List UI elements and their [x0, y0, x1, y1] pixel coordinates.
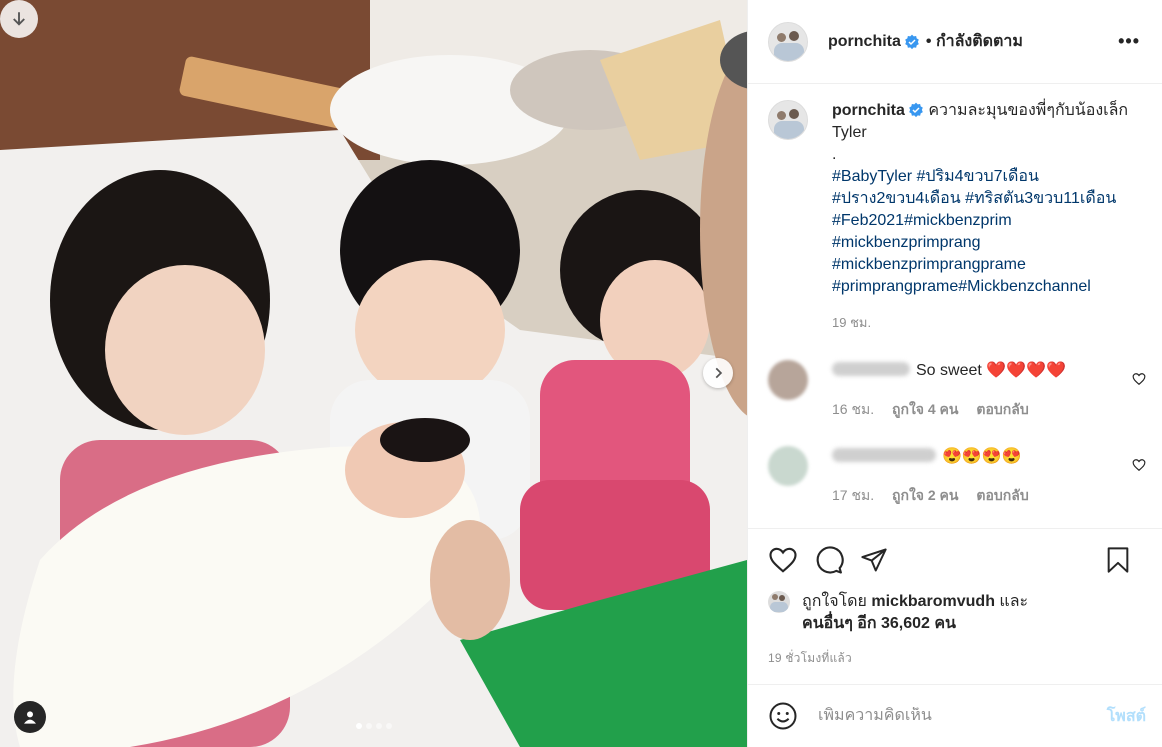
share-button[interactable]: [860, 546, 888, 574]
comment-item: 😍😍😍😍 17 ชม. ถูกใจ 2 คน ตอบกลับ: [768, 446, 1146, 506]
instagram-post: pornchita • กำลังติดตาม ••• pornchita คว…: [0, 0, 1162, 747]
comment-icon: [816, 546, 844, 574]
verified-badge-icon: [909, 102, 923, 118]
post-photo: [0, 0, 747, 747]
comments-section: pornchita ความละมุนของพี่ๆกับน้องเล็ก Ty…: [748, 84, 1162, 528]
comment-likes[interactable]: ถูกใจ 4 คน: [892, 401, 959, 417]
save-icon: [1107, 547, 1129, 573]
heart-icon[interactable]: [1132, 372, 1146, 386]
carousel-dot: [355, 723, 362, 729]
comment-time[interactable]: 16 ชม.: [832, 401, 874, 417]
comment-text: 😍😍😍😍: [942, 448, 1022, 465]
comment-input[interactable]: [818, 707, 1107, 725]
hashtag-line[interactable]: #ปราง2ขวบ4เดือน #ทริสตัน3ขวบ11เดือน: [832, 188, 1132, 210]
carousel-dot: [365, 723, 372, 729]
add-comment-bar: โพสต์: [748, 684, 1162, 747]
post-comment-button[interactable]: โพสต์: [1107, 704, 1146, 729]
caption-time[interactable]: 19 ชม.: [832, 312, 1132, 334]
caption-body: pornchita ความละมุนของพี่ๆกับน้องเล็ก Ty…: [832, 100, 1132, 334]
post-caption: pornchita ความละมุนของพี่ๆกับน้องเล็ก Ty…: [768, 100, 1146, 334]
header-username[interactable]: pornchita: [828, 33, 901, 51]
user-icon: [24, 711, 36, 724]
likes-summary: ถูกใจโดย mickbaromvudh และ คนอื่นๆ อีก 3…: [768, 591, 1148, 635]
post-media[interactable]: [0, 0, 747, 747]
hashtag-line[interactable]: #Feb2021#mickbenzprim: [832, 210, 1132, 232]
likes-prefix: ถูกใจโดย: [802, 593, 867, 610]
comment-item: So sweet ❤️❤️❤️❤️ 16 ชม. ถูกใจ 4 คน ตอบก…: [768, 360, 1146, 420]
comment-username-redacted[interactable]: [832, 362, 910, 376]
heart-icon[interactable]: [1132, 458, 1146, 472]
scroll-down-button[interactable]: [0, 0, 38, 38]
post-details-panel: pornchita • กำลังติดตาม ••• pornchita คว…: [747, 0, 1162, 747]
verified-badge-icon: [905, 34, 919, 49]
hashtag-line[interactable]: #primprangprame#Mickbenzchannel: [832, 276, 1132, 298]
others-likes-link[interactable]: คนอื่นๆ อีก 36,602 คน: [802, 615, 956, 632]
carousel-dot: [375, 723, 382, 729]
arrow-down-icon: [13, 12, 25, 26]
comment-username-redacted[interactable]: [832, 448, 936, 462]
reply-button[interactable]: ตอบกลับ: [976, 401, 1028, 417]
save-button[interactable]: [1104, 545, 1132, 575]
avatar[interactable]: [768, 21, 808, 62]
carousel-dot: [385, 723, 392, 729]
carousel-next-button[interactable]: [703, 358, 733, 388]
caption-dot: .: [832, 146, 837, 163]
comment-text: So sweet ❤️❤️❤️❤️: [916, 362, 1066, 379]
tagged-users-button[interactable]: [14, 701, 46, 733]
comment-likes[interactable]: ถูกใจ 2 คน: [892, 487, 959, 503]
liker-avatar[interactable]: [768, 591, 790, 613]
comment-button[interactable]: [814, 545, 844, 575]
post-actions: ถูกใจโดย mickbaromvudh และ คนอื่นๆ อีก 3…: [748, 528, 1162, 668]
liker-username[interactable]: mickbaromvudh: [871, 593, 995, 610]
hashtag-line[interactable]: #mickbenzprimprang: [832, 232, 1132, 254]
chevron-right-icon: [715, 367, 723, 379]
post-timestamp[interactable]: 19 ชั่วโมงที่แล้ว: [768, 649, 1148, 668]
comment-avatar[interactable]: [768, 446, 808, 486]
heart-icon: [769, 547, 797, 573]
reply-button[interactable]: ตอบกลับ: [976, 487, 1028, 503]
action-bar: [768, 543, 1148, 577]
hashtag-line[interactable]: #mickbenzprimprangprame: [832, 254, 1132, 276]
carousel-indicator: [355, 723, 392, 729]
comment-time[interactable]: 17 ชม.: [832, 487, 874, 503]
like-button[interactable]: [768, 545, 798, 575]
comment-avatar[interactable]: [768, 360, 808, 400]
more-options-button[interactable]: •••: [1118, 31, 1140, 52]
post-header: pornchita • กำลังติดตาม •••: [748, 0, 1162, 84]
emoji-icon[interactable]: [768, 701, 798, 731]
likes-and: และ: [999, 593, 1029, 610]
caption-username[interactable]: pornchita: [832, 102, 905, 119]
hashtag-line[interactable]: #BabyTyler #ปริม4ขวบ7เดือน: [832, 166, 1132, 188]
share-icon: [861, 548, 887, 572]
avatar[interactable]: [768, 100, 808, 140]
following-status-button[interactable]: • กำลังติดตาม: [926, 29, 1023, 54]
